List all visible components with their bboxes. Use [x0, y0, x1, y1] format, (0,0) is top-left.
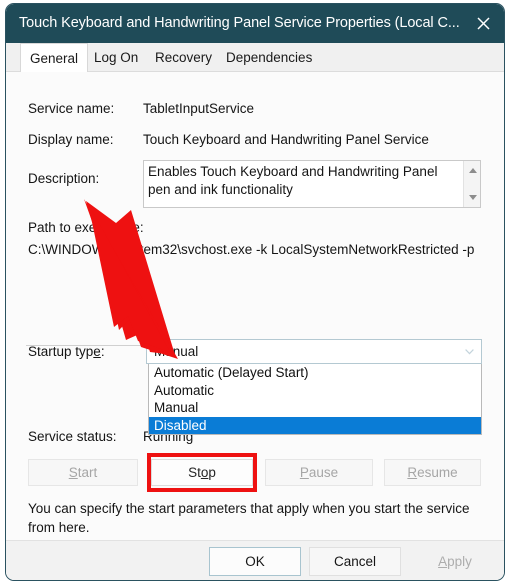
service-properties-dialog: Touch Keyboard and Handwriting Panel Ser… [5, 3, 505, 581]
service-name-label: Service name: [28, 101, 115, 116]
startup-type-label: Startup type: [28, 344, 105, 359]
display-name-value: Touch Keyboard and Handwriting Panel Ser… [143, 132, 429, 147]
close-icon[interactable] [468, 9, 498, 38]
tab-recovery[interactable]: Recovery [146, 43, 221, 72]
title-bar: Touch Keyboard and Handwriting Panel Ser… [6, 4, 504, 43]
dropdown-option-disabled[interactable]: Disabled [149, 416, 481, 434]
dropdown-option-automatic-delayed[interactable]: Automatic (Delayed Start) [149, 364, 481, 382]
startup-type-combobox[interactable]: Manual [146, 339, 482, 364]
path-to-executable-label: Path to executable: [28, 220, 144, 235]
tab-general[interactable]: General [20, 43, 89, 72]
start-parameters-hint: You can specify the start parameters tha… [28, 501, 470, 535]
dropdown-option-automatic[interactable]: Automatic [149, 382, 481, 400]
display-name-label: Display name: [28, 132, 114, 147]
scroll-up-icon[interactable] [464, 162, 481, 179]
startup-type-value: Manual [154, 344, 199, 359]
description-textbox[interactable]: Enables Touch Keyboard and Handwriting P… [143, 160, 481, 208]
pause-button[interactable]: Pause [265, 459, 373, 486]
general-tab-panel: Service name: TabletInputService Display… [6, 72, 504, 576]
description-label: Description: [28, 171, 100, 186]
service-name-value: TabletInputService [143, 101, 255, 116]
dialog-footer: OK Cancel Apply [6, 540, 504, 580]
stop-button[interactable]: Stop [151, 459, 253, 486]
path-to-executable-value: C:\WINDOWS\System32\svchost.exe -k Local… [28, 242, 475, 257]
scroll-down-icon[interactable] [464, 189, 481, 206]
apply-button[interactable]: Apply [409, 547, 501, 576]
tab-log-on[interactable]: Log On [85, 43, 147, 72]
ok-button[interactable]: OK [209, 547, 301, 576]
description-value: Enables Touch Keyboard and Handwriting P… [148, 164, 438, 197]
window-title: Touch Keyboard and Handwriting Panel Ser… [19, 15, 460, 31]
chevron-down-icon [465, 349, 474, 355]
tab-dependencies[interactable]: Dependencies [217, 43, 321, 72]
service-status-label: Service status: [28, 429, 117, 444]
cancel-button[interactable]: Cancel [309, 547, 401, 576]
tab-strip: General Log On Recovery Dependencies [6, 43, 504, 72]
dropdown-option-manual[interactable]: Manual [149, 399, 481, 417]
start-button[interactable]: Start [28, 459, 138, 486]
description-scrollbar[interactable] [463, 161, 480, 207]
resume-button[interactable]: Resume [384, 459, 481, 486]
startup-type-dropdown-list[interactable]: Automatic (Delayed Start) Automatic Manu… [148, 364, 482, 435]
